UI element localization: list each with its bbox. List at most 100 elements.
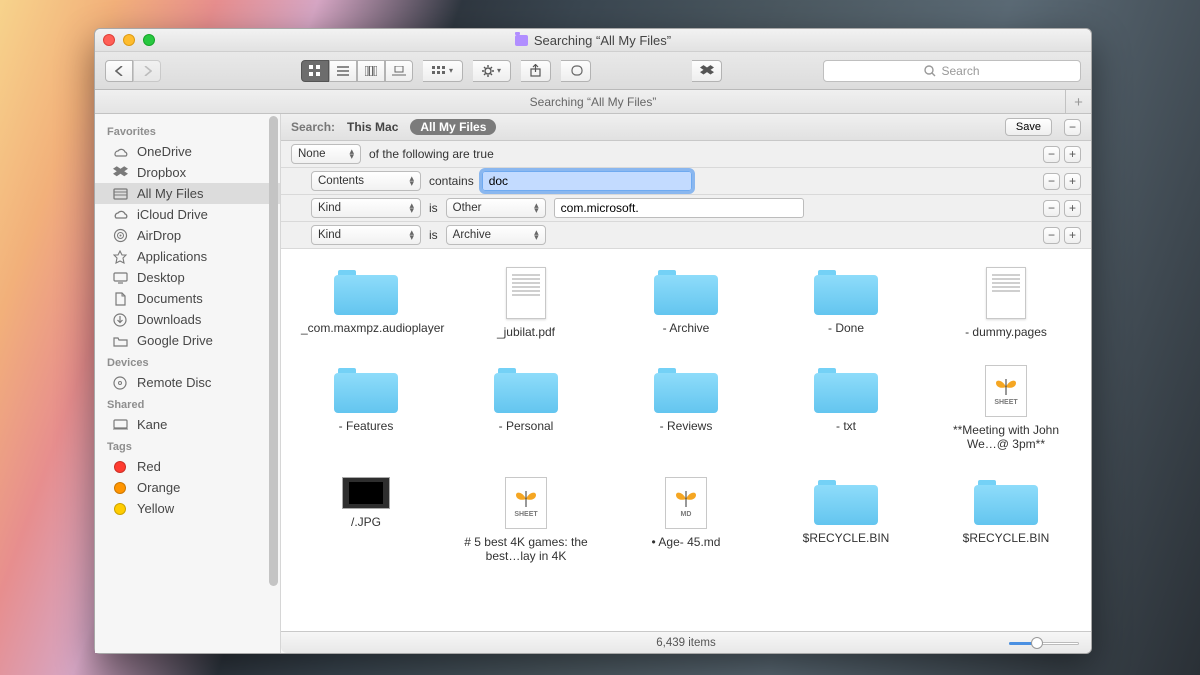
- airdrop-icon: [111, 229, 129, 243]
- remove-row-button[interactable]: −: [1043, 227, 1060, 244]
- criteria-value-input[interactable]: [554, 198, 804, 218]
- file-label: - Personal: [499, 419, 554, 433]
- sidebar-item-dropbox[interactable]: Dropbox: [95, 162, 280, 183]
- close-window-button[interactable]: [103, 34, 115, 46]
- jpg-icon: [342, 477, 390, 509]
- sidebar-item-label: AirDrop: [137, 228, 181, 243]
- arrange-button[interactable]: ▾: [423, 60, 463, 82]
- file-grid[interactable]: _com.maxmpz.audioplayer _jubilat.pdf - Arc…: [281, 249, 1091, 631]
- sidebar-item-orange[interactable]: Orange: [95, 477, 280, 498]
- file-item[interactable]: _com.maxmpz.audioplayer: [291, 267, 441, 339]
- back-button[interactable]: [105, 60, 133, 82]
- title-folder-icon: [515, 35, 528, 46]
- action-button[interactable]: ▾: [473, 60, 511, 82]
- file-item[interactable]: $RECYCLE.BIN: [931, 477, 1081, 563]
- file-item[interactable]: SHEET# 5 best 4K games: the best…lay in …: [451, 477, 601, 563]
- file-item[interactable]: - txt: [771, 365, 921, 451]
- remove-criteria-button[interactable]: −: [1064, 119, 1081, 136]
- criteria-popup[interactable]: Contents▴▾: [311, 171, 421, 191]
- sidebar-item-icloud-drive[interactable]: iCloud Drive: [95, 204, 280, 225]
- nav-buttons: [105, 60, 161, 82]
- sidebar-item-airdrop[interactable]: AirDrop: [95, 225, 280, 246]
- sidebar-item-all-my-files[interactable]: All My Files: [95, 183, 280, 204]
- column-view-button[interactable]: [357, 60, 385, 82]
- toolbar: ▾ ▾ Search: [95, 52, 1091, 90]
- sidebar-item-red[interactable]: Red: [95, 456, 280, 477]
- pdf-icon: [506, 267, 546, 319]
- minimize-window-button[interactable]: [123, 34, 135, 46]
- scope-this-mac[interactable]: This Mac: [347, 120, 398, 134]
- share-button[interactable]: [521, 60, 551, 82]
- dropbox-toolbar-button[interactable]: [692, 60, 722, 82]
- tab-title[interactable]: Searching “All My Files”: [530, 95, 657, 109]
- sidebar-item-documents[interactable]: Documents: [95, 288, 280, 309]
- file-item[interactable]: $RECYCLE.BIN: [771, 477, 921, 563]
- sidebar-header: Tags: [95, 435, 280, 456]
- sidebar-item-label: Remote Disc: [137, 375, 211, 390]
- list-view-button[interactable]: [329, 60, 357, 82]
- file-label: $RECYCLE.BIN: [803, 531, 890, 545]
- sidebar-item-downloads[interactable]: Downloads: [95, 309, 280, 330]
- search-field[interactable]: Search: [823, 60, 1081, 82]
- icon-view-button[interactable]: [301, 60, 329, 82]
- file-label: - Archive: [663, 321, 710, 335]
- add-row-button[interactable]: +: [1064, 173, 1081, 190]
- sidebar-item-applications[interactable]: Applications: [95, 246, 280, 267]
- new-tab-button[interactable]: +: [1065, 90, 1091, 114]
- disc-icon: [111, 376, 129, 390]
- downloads-icon: [111, 313, 129, 327]
- remove-row-button[interactable]: −: [1043, 173, 1060, 190]
- criteria-popup[interactable]: Archive▴▾: [446, 225, 546, 245]
- sidebar-item-desktop[interactable]: Desktop: [95, 267, 280, 288]
- file-item[interactable]: - Features: [291, 365, 441, 451]
- titlebar: Searching “All My Files”: [95, 29, 1091, 52]
- criteria-popup[interactable]: Kind▴▾: [311, 198, 421, 218]
- remove-row-button[interactable]: −: [1043, 200, 1060, 217]
- file-item[interactable]: - Done: [771, 267, 921, 339]
- onedrive-icon: [111, 145, 129, 159]
- sidebar-item-label: Applications: [137, 249, 207, 264]
- folder-icon: [814, 365, 878, 413]
- sidebar-item-label: Red: [137, 459, 161, 474]
- file-item[interactable]: - Archive: [611, 267, 761, 339]
- forward-button[interactable]: [133, 60, 161, 82]
- file-item[interactable]: - Reviews: [611, 365, 761, 451]
- remove-row-button[interactable]: −: [1043, 146, 1060, 163]
- coverflow-view-button[interactable]: [385, 60, 413, 82]
- add-row-button[interactable]: +: [1064, 227, 1081, 244]
- folder-icon: [111, 334, 129, 348]
- sidebar-item-yellow[interactable]: Yellow: [95, 498, 280, 519]
- file-item[interactable]: SHEET**Meeting with John We…@ 3pm**: [931, 365, 1081, 451]
- file-item[interactable]: /.JPG: [291, 477, 441, 563]
- icon-size-slider[interactable]: [1009, 636, 1079, 650]
- file-label: **Meeting with John We…@ 3pm**: [941, 423, 1071, 451]
- sidebar-item-google-drive[interactable]: Google Drive: [95, 330, 280, 351]
- file-item[interactable]: MD• Age- 45.md: [611, 477, 761, 563]
- allmyfiles-icon: [111, 187, 129, 201]
- file-item[interactable]: _jubilat.pdf: [451, 267, 601, 339]
- sidebar-scrollbar[interactable]: [269, 116, 278, 586]
- criteria-popup[interactable]: Kind▴▾: [311, 225, 421, 245]
- add-row-button[interactable]: +: [1064, 200, 1081, 217]
- file-item[interactable]: - dummy.pages: [931, 267, 1081, 339]
- criteria-popup[interactable]: Other▴▾: [446, 198, 546, 218]
- criteria-popup[interactable]: None▴▾: [291, 144, 361, 164]
- file-label: - txt: [836, 419, 856, 433]
- file-label: /.JPG: [351, 515, 381, 529]
- file-item[interactable]: - Personal: [451, 365, 601, 451]
- sidebar-item-onedrive[interactable]: OneDrive: [95, 141, 280, 162]
- item-count: 6,439 items: [656, 637, 715, 649]
- file-label: _com.maxmpz.audioplayer: [301, 321, 431, 335]
- save-search-button[interactable]: Save: [1005, 118, 1052, 136]
- criteria-value-input[interactable]: [482, 171, 692, 191]
- sidebar-item-kane[interactable]: Kane: [95, 414, 280, 435]
- zoom-window-button[interactable]: [143, 34, 155, 46]
- scope-all-my-files[interactable]: All My Files: [410, 119, 496, 135]
- tags-button[interactable]: [561, 60, 591, 82]
- file-label: _jubilat.pdf: [497, 325, 555, 339]
- sidebar-item-remote-disc[interactable]: Remote Disc: [95, 372, 280, 393]
- add-row-button[interactable]: +: [1064, 146, 1081, 163]
- view-mode-buttons: [301, 60, 413, 82]
- tag-icon: [111, 481, 129, 495]
- folder-icon: [814, 267, 878, 315]
